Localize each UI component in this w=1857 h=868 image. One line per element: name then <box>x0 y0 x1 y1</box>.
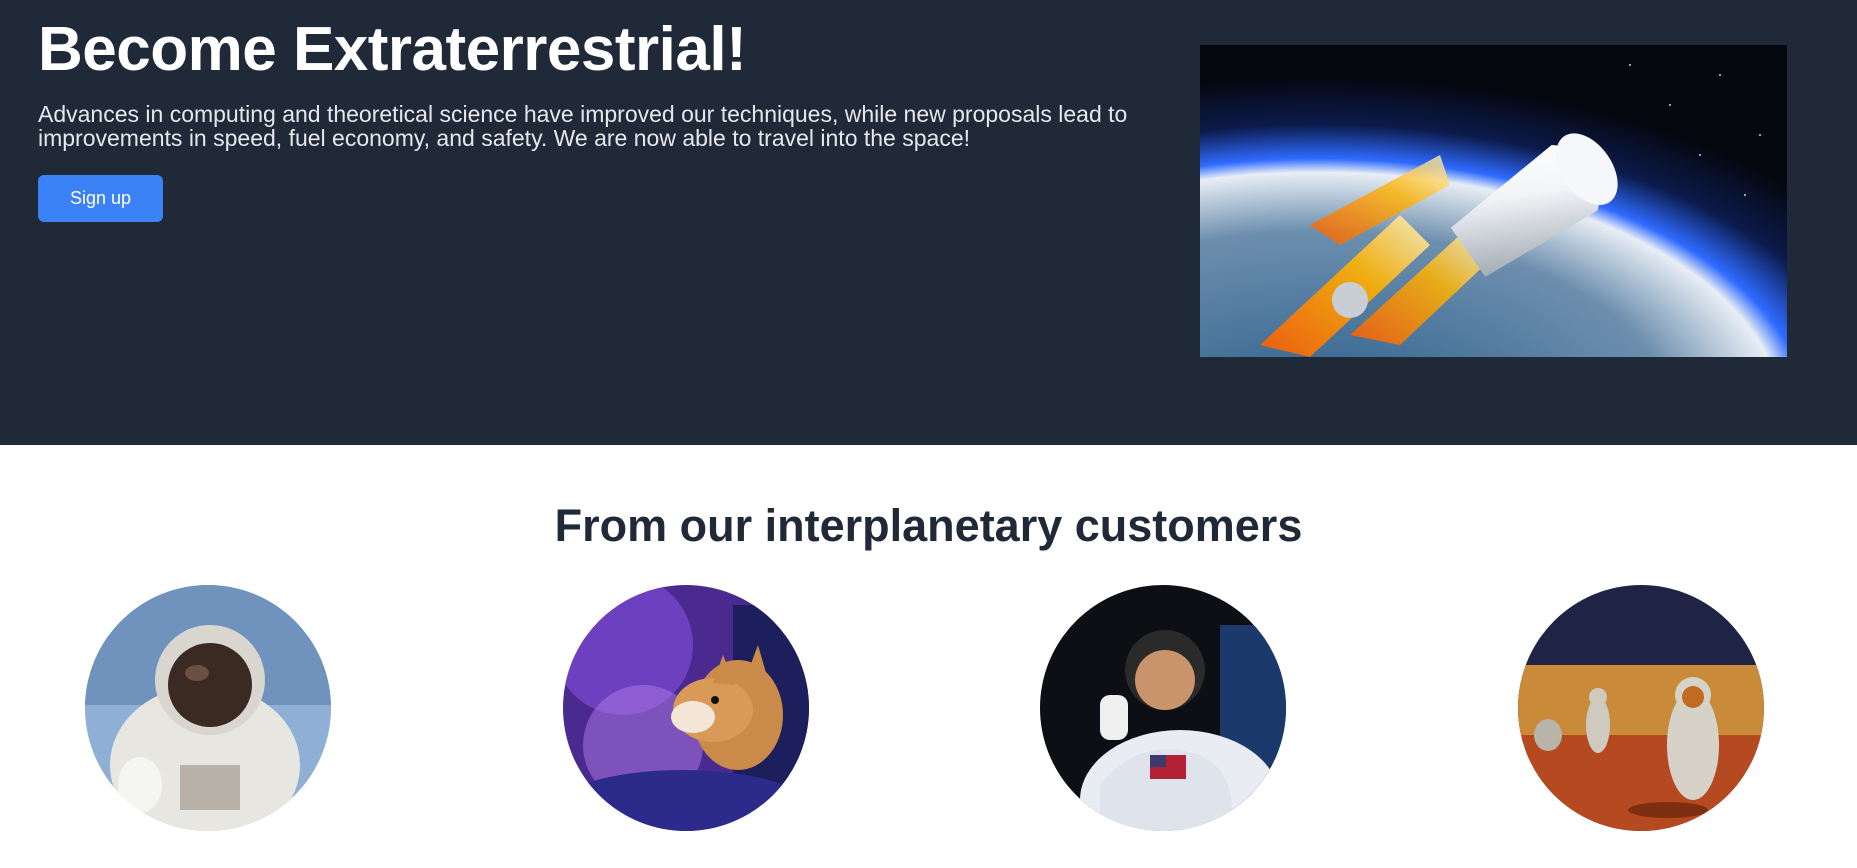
hero-subtitle: Advances in computing and theoretical sc… <box>38 101 1128 151</box>
spacecraft-launch-image <box>1200 45 1787 357</box>
avatar-astronauts-on-mars <box>1518 585 1764 831</box>
hero-section: Become Extraterrestrial! Advances in com… <box>0 0 1857 445</box>
hero-title: Become Extraterrestrial! <box>38 15 747 84</box>
signup-button[interactable]: Sign up <box>38 175 163 222</box>
avatar-corgi-in-space <box>563 585 809 831</box>
avatar-astronaut-thumbs-up <box>1040 585 1286 831</box>
avatar-astronaut-spacewalk <box>85 585 331 831</box>
customers-section-title: From our interplanetary customers <box>554 500 1303 551</box>
